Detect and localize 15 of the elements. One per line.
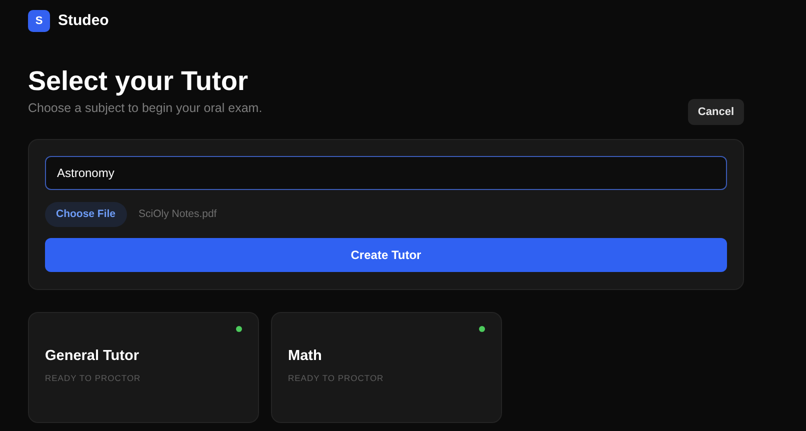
- page-subtitle: Choose a subject to begin your oral exam.: [28, 100, 262, 117]
- page-title: Select your Tutor: [28, 64, 250, 98]
- choose-file-button[interactable]: Choose File: [45, 202, 127, 228]
- file-name: SciOly Notes.pdf: [138, 206, 217, 222]
- tutor-status: READY TO PROCTOR: [45, 372, 142, 385]
- cancel-button[interactable]: Cancel: [688, 99, 744, 126]
- tutor-name: Math: [288, 347, 323, 366]
- tutor-card[interactable]: General Tutor READY TO PROCTOR: [28, 312, 259, 424]
- tutor-card[interactable]: Math READY TO PROCTOR: [271, 312, 502, 424]
- subject-field[interactable]: Astronomy: [45, 156, 727, 190]
- tutor-status: READY TO PROCTOR: [288, 372, 385, 385]
- tutor-name: General Tutor: [45, 347, 140, 366]
- create-tutor-button[interactable]: Create Tutor: [45, 238, 727, 272]
- logo-icon: S: [28, 10, 50, 32]
- brand-name: Studeo: [58, 11, 109, 31]
